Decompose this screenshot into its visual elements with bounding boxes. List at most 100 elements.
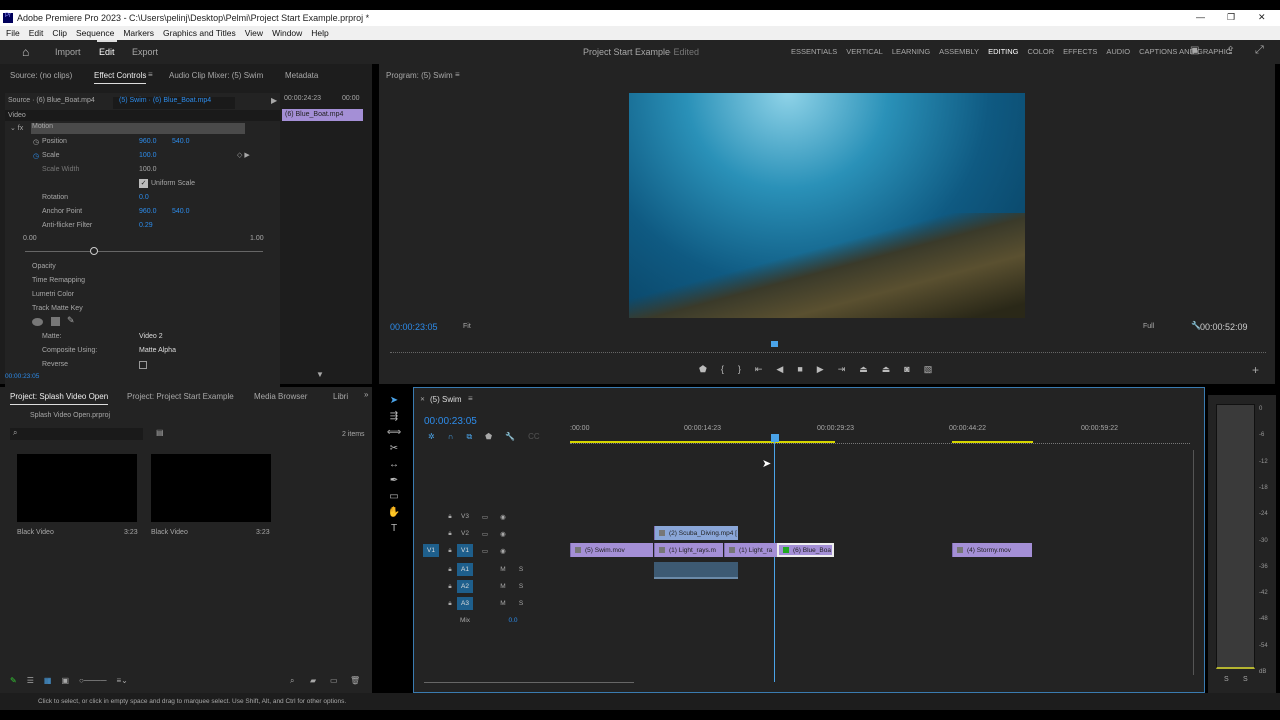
timeline-settings-icon[interactable]: 🔧 xyxy=(505,432,515,442)
lock-icon[interactable]: 🔒︎ xyxy=(442,510,458,523)
rotation-value[interactable]: 0.0 xyxy=(139,194,149,201)
linked-selection-icon[interactable]: ⧉ xyxy=(466,432,472,442)
sync-lock-icon[interactable]: ▭ xyxy=(477,510,493,523)
tab-libraries[interactable]: Libri xyxy=(333,392,348,401)
tab-metadata[interactable]: Metadata xyxy=(285,71,318,80)
export-frame-icon[interactable]: ◙ xyxy=(904,364,909,375)
eye-icon[interactable]: ◉ xyxy=(495,527,511,540)
sort-icon[interactable]: ≡⌄ xyxy=(117,676,128,685)
workspace-effects[interactable]: EFFECTS xyxy=(1063,47,1097,56)
tab-media-browser[interactable]: Media Browser xyxy=(254,392,307,401)
menu-window[interactable]: Window xyxy=(272,28,302,38)
track-a3[interactable]: A3 xyxy=(457,597,473,610)
step-back-icon[interactable]: ◀ xyxy=(776,364,783,375)
sequence-tab[interactable]: (5) Swim xyxy=(430,395,462,404)
solo-button[interactable]: S xyxy=(513,563,529,576)
eye-icon[interactable]: ◉ xyxy=(495,544,511,557)
timeline-playhead[interactable] xyxy=(771,434,779,442)
track-a2[interactable]: A2 xyxy=(457,580,473,593)
vertical-scrollbar[interactable] xyxy=(1193,450,1194,675)
tab-export[interactable]: Export xyxy=(132,47,158,57)
sync-lock-icon[interactable]: ▭ xyxy=(477,544,493,557)
snap-icon[interactable]: ∩ xyxy=(448,432,454,442)
matte-dropdown[interactable]: Video 2 xyxy=(139,333,163,340)
track-v2[interactable]: V2 xyxy=(457,527,473,540)
lock-icon[interactable]: 🔒︎ xyxy=(442,597,458,610)
opacity-effect[interactable]: Opacity xyxy=(32,263,56,270)
delete-icon[interactable]: 🗑 xyxy=(350,676,360,685)
workspace-color[interactable]: COLOR xyxy=(1027,47,1054,56)
new-item-icon[interactable]: ▭ xyxy=(330,676,338,685)
solo-left-button[interactable]: S xyxy=(1224,676,1229,683)
track-v3[interactable]: V3 xyxy=(457,510,473,523)
type-tool-icon[interactable]: T xyxy=(391,523,397,534)
composite-dropdown[interactable]: Matte Alpha xyxy=(139,347,176,354)
solo-right-button[interactable]: S xyxy=(1243,676,1248,683)
filter-icon[interactable]: ▼ xyxy=(316,370,324,379)
stopwatch-icon[interactable]: ◷ xyxy=(33,152,39,160)
close-sequence-icon[interactable]: ✕ xyxy=(420,396,425,403)
track-matte-key-effect[interactable]: Track Matte Key xyxy=(32,305,83,312)
menu-view[interactable]: View xyxy=(245,28,263,38)
panel-menu-icon[interactable]: ≡ xyxy=(148,70,153,79)
sequence-clip-dropdown[interactable]: (5) Swim · (6) Blue_Boat.mp4 xyxy=(113,97,235,109)
panel-menu-icon[interactable]: ≡ xyxy=(455,70,460,79)
clip-swim[interactable]: (5) Swim.mov xyxy=(570,543,653,557)
mute-button[interactable]: M xyxy=(495,580,511,593)
eye-icon[interactable]: ◉ xyxy=(495,510,511,523)
clip-blue-boat[interactable]: (6) Blue_Boa xyxy=(777,543,834,557)
reverse-checkbox[interactable] xyxy=(139,361,147,369)
mute-button[interactable]: M xyxy=(495,563,511,576)
sync-lock-icon[interactable]: ▭ xyxy=(477,527,493,540)
list-view-icon[interactable]: ☰ xyxy=(27,676,34,685)
add-button-icon[interactable]: + xyxy=(1252,363,1259,377)
minimize-button[interactable]: — xyxy=(1196,12,1205,22)
time-remapping-effect[interactable]: Time Remapping xyxy=(32,277,85,284)
solo-button[interactable]: S xyxy=(513,597,529,610)
workspace-audio[interactable]: AUDIO xyxy=(1106,47,1130,56)
menu-graphics[interactable]: Graphics and Titles xyxy=(163,28,236,38)
tab-source[interactable]: Source: (no clips) xyxy=(10,71,72,80)
solo-button[interactable]: S xyxy=(513,580,529,593)
keyframe-nav-icon[interactable]: ◇ ▶ xyxy=(237,151,250,159)
menu-edit[interactable]: Edit xyxy=(29,28,44,38)
pen-mask-icon[interactable]: ✎ xyxy=(67,315,75,326)
new-bin-icon[interactable]: ▤ xyxy=(156,428,164,437)
anti-flicker-value[interactable]: 0.29 xyxy=(139,222,153,229)
source-patch-v1[interactable]: V1 xyxy=(423,544,439,557)
workspace-assembly[interactable]: ASSEMBLY xyxy=(939,47,979,56)
mark-in-icon[interactable]: { xyxy=(721,364,724,375)
workspace-vertical[interactable]: VERTICAL xyxy=(846,47,883,56)
home-icon[interactable]: ⌂ xyxy=(22,45,29,59)
menu-sequence[interactable]: Sequence xyxy=(76,28,114,38)
work-area-bar[interactable] xyxy=(570,441,835,443)
ellipse-mask-icon[interactable] xyxy=(32,318,43,326)
stop-icon[interactable]: ■ xyxy=(797,364,802,375)
ec-timecode[interactable]: 00:00:23:05 xyxy=(5,373,39,380)
tab-audio-clip-mixer[interactable]: Audio Clip Mixer: (5) Swim xyxy=(169,71,263,80)
project-item[interactable] xyxy=(17,454,137,522)
timeline-timecode[interactable]: 00:00:23:05 xyxy=(424,416,477,427)
motion-effect[interactable]: Motion xyxy=(31,123,245,134)
more-tabs-icon[interactable]: » xyxy=(364,390,368,399)
rectangle-tool-icon[interactable]: ▭ xyxy=(389,491,398,502)
extract-icon[interactable]: ⏏ xyxy=(882,364,891,375)
share-icon[interactable]: ⇪ xyxy=(1226,44,1235,57)
quick-export-icon[interactable]: ▣ xyxy=(1190,45,1199,56)
maximize-button[interactable]: ❐ xyxy=(1227,12,1235,23)
menu-file[interactable]: File xyxy=(6,28,20,38)
stopwatch-icon[interactable]: ◷ xyxy=(33,138,39,146)
go-to-out-icon[interactable]: ⇥ xyxy=(838,364,846,375)
freeform-view-icon[interactable]: ▣ xyxy=(61,676,69,685)
position-y-value[interactable]: 540.0 xyxy=(172,138,190,145)
comparison-view-icon[interactable]: ▧ xyxy=(924,364,933,375)
captions-icon[interactable]: CC xyxy=(528,432,540,442)
menu-clip[interactable]: Clip xyxy=(52,28,67,38)
mix-value[interactable]: 0.0 xyxy=(505,614,521,627)
pencil-icon[interactable]: ✎ xyxy=(10,676,17,685)
fit-dropdown[interactable]: Fit xyxy=(463,323,471,330)
workspace-editing[interactable]: EDITING xyxy=(988,47,1018,56)
track-a1[interactable]: A1 xyxy=(457,563,473,576)
tab-effect-controls[interactable]: Effect Controls xyxy=(94,71,147,84)
tab-project-splash[interactable]: Project: Splash Video Open xyxy=(10,392,109,405)
